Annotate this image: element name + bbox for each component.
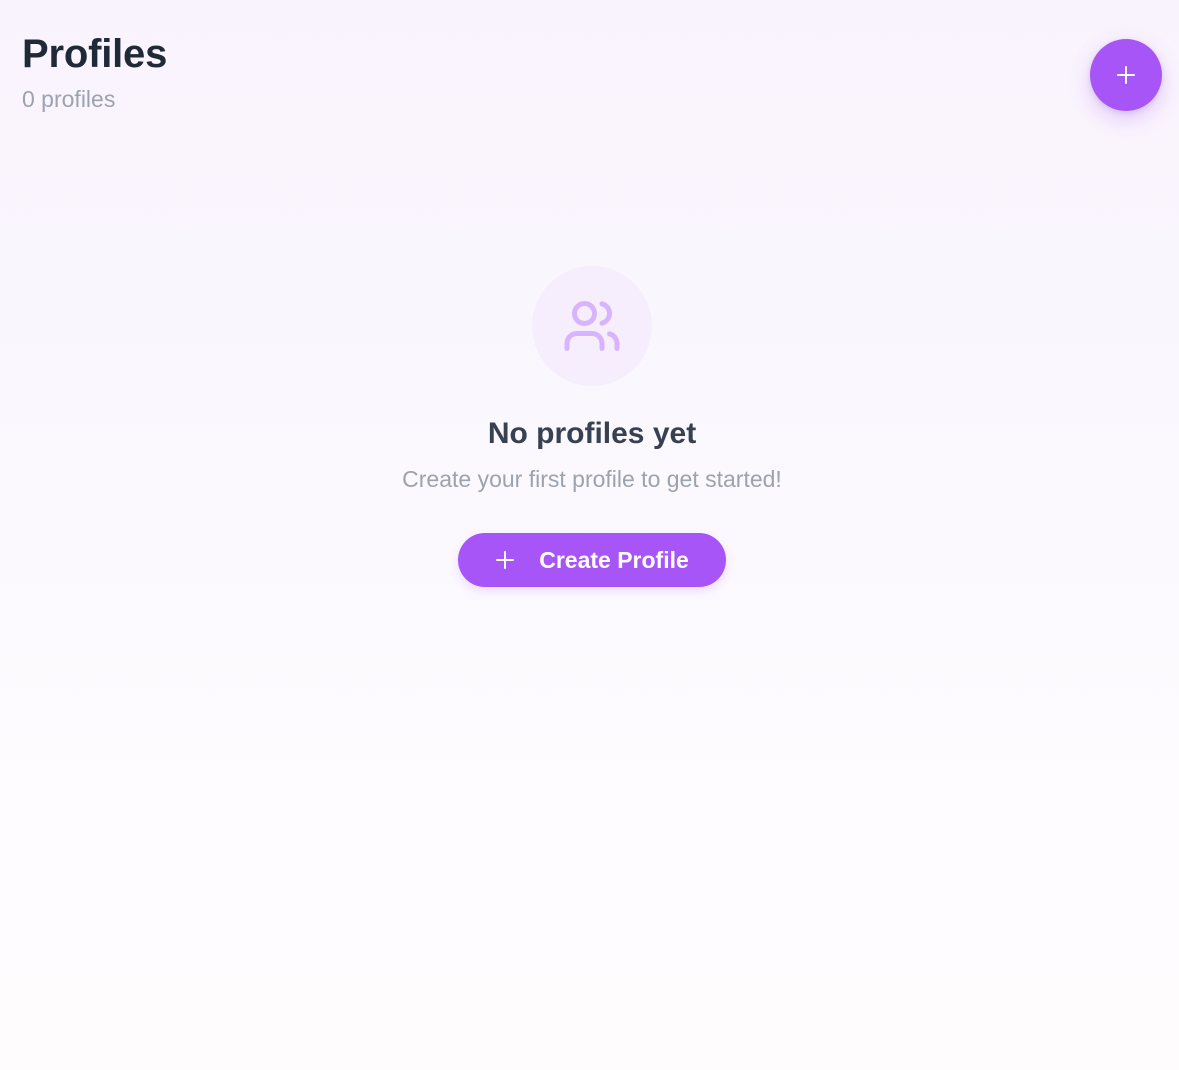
empty-icon-circle [532, 266, 652, 386]
page-title: Profiles [22, 32, 168, 76]
create-profile-button[interactable]: Create Profile [458, 533, 726, 587]
page-header: Profiles 0 profiles [22, 30, 167, 114]
plus-icon [1117, 66, 1135, 84]
add-profile-fab[interactable] [1090, 39, 1162, 111]
users-icon [564, 301, 620, 351]
profile-count: 0 profiles [22, 86, 116, 112]
empty-state: No profiles yet Create your first profil… [0, 266, 1179, 587]
empty-state-subtitle: Create your first profile to get started… [402, 466, 782, 492]
create-profile-button-label: Create Profile [539, 546, 689, 573]
empty-state-title: No profiles yet [487, 417, 697, 450]
plus-icon [495, 550, 515, 570]
